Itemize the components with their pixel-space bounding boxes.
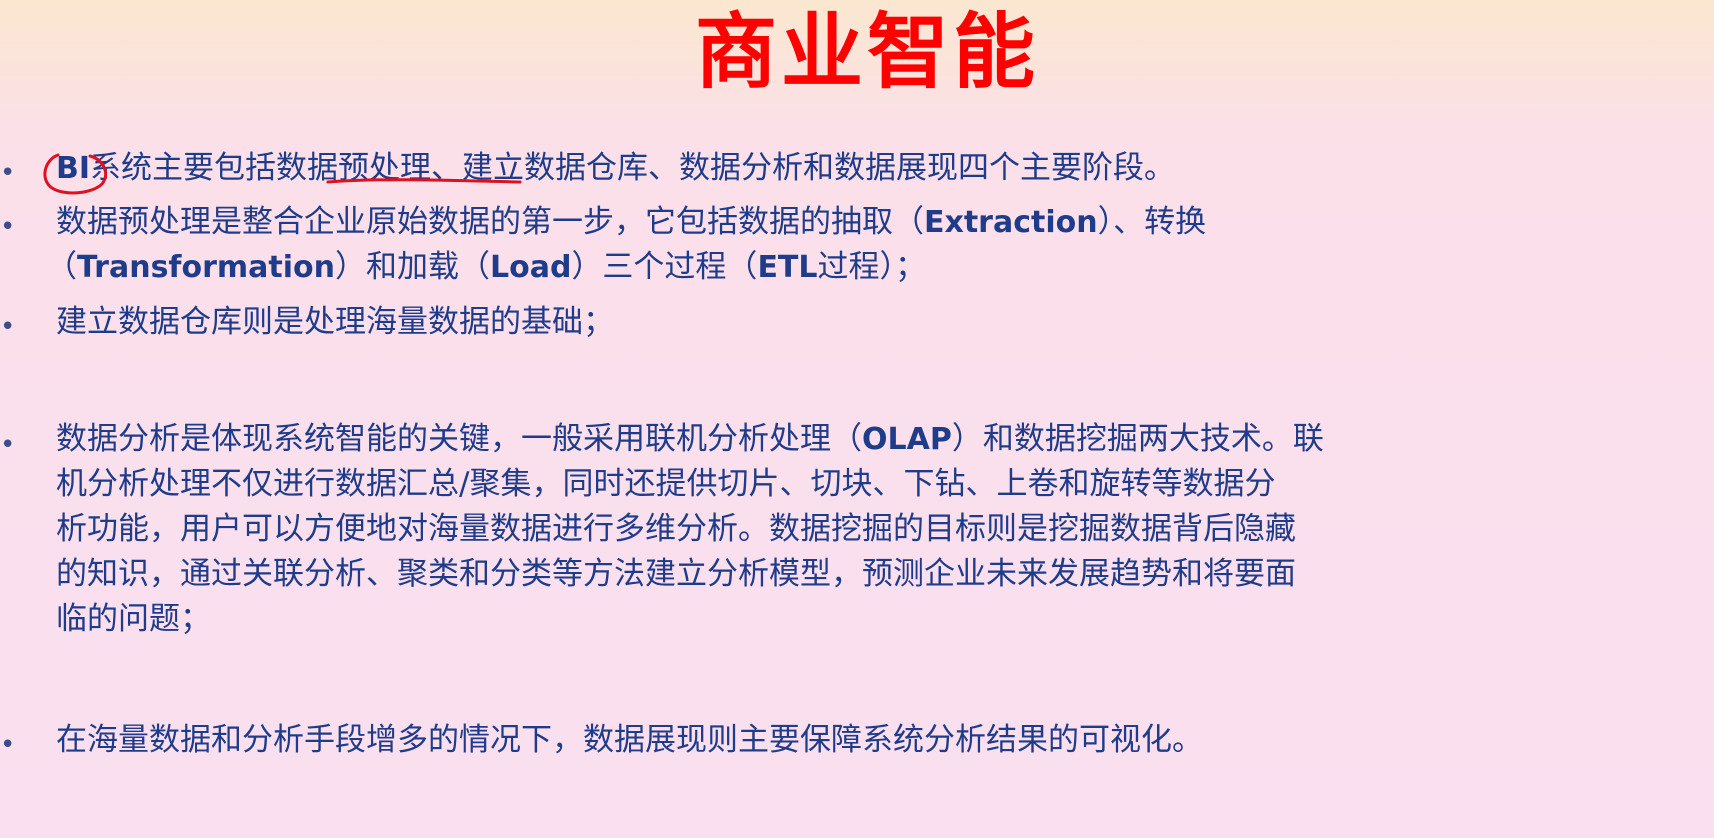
paragraph-4-line-3: 析功能，用户可以方便地对海量数据进行多维分析。数据挖掘的目标则是挖掘数据背后隐藏 <box>56 507 1656 552</box>
latin-term: ETL <box>757 250 818 285</box>
paragraph-4-line-4: 的知识，通过关联分析、聚类和分类等方法建立分析模型，预测企业未来发展趋势和将要面 <box>56 552 1656 597</box>
paragraph-4-line-5: 临的问题； <box>56 597 1656 642</box>
text-run: ）、转换 <box>1097 204 1207 240</box>
text-run: 机分析处理不仅进行数据汇总/聚集，同时还提供切片、切块、下钻、上卷和旋转等数据分 <box>56 466 1276 502</box>
paragraph-1-line-1: BI系统主要包括数据预处理、建立数据仓库、数据分析和数据展现四个主要阶段。 <box>56 150 1176 186</box>
latin-term: Load <box>489 250 572 285</box>
text-run: 析功能，用户可以方便地对海量数据进行多维分析。数据挖掘的目标则是挖掘数据背后隐藏 <box>56 511 1296 547</box>
bullet-marker: • <box>0 312 16 342</box>
text-run: 数据预处理是整合企业原始数据的第一步，它包括数据的抽取（ <box>56 204 924 240</box>
paragraph-5: 在海量数据和分析手段增多的情况下，数据展现则主要保障系统分析结果的可视化。 <box>56 718 1656 763</box>
paragraph-4: 数据分析是体现系统智能的关键，一般采用联机分析处理（OLAP）和数据挖掘两大技术… <box>56 417 1656 642</box>
bi-term: BI <box>56 151 91 186</box>
text-run: ）和加载（ <box>334 249 490 285</box>
text-run: 数据分析是体现系统智能的关键，一般采用联机分析处理（ <box>56 421 862 457</box>
paragraph-4-line-1: 数据分析是体现系统智能的关键，一般采用联机分析处理（OLAP）和数据挖掘两大技术… <box>56 417 1656 462</box>
text-run: （ <box>46 249 77 285</box>
paragraph-5-line-1: 在海量数据和分析手段增多的情况下，数据展现则主要保障系统分析结果的可视化。 <box>56 718 1656 763</box>
slide-title: 商业智能 <box>694 4 1039 100</box>
paragraph-3: 建立数据仓库则是处理海量数据的基础； <box>56 300 1656 345</box>
text-run: 过程）； <box>817 249 927 285</box>
latin-term: OLAP <box>862 422 952 457</box>
bullet-marker: • <box>0 430 16 460</box>
paragraph-3-line-1: 建立数据仓库则是处理海量数据的基础； <box>56 300 1656 345</box>
slide: 商业智能 • BI系统主要包括数据预处理、建立数据仓库、数据分析和数据展现四个主… <box>0 0 1714 838</box>
paragraph-2: 数据预处理是整合企业原始数据的第一步，它包括数据的抽取（Extraction）、… <box>46 200 1656 290</box>
text-run: 在海量数据和分析手段增多的情况下，数据展现则主要保障系统分析结果的可视化。 <box>56 722 1203 758</box>
bullet-marker: • <box>0 730 16 760</box>
paragraph-4-line-2: 机分析处理不仅进行数据汇总/聚集，同时还提供切片、切块、下钻、上卷和旋转等数据分 <box>56 462 1656 507</box>
text-run: ）三个过程（ <box>571 249 758 285</box>
paragraph-2-line-2: （Transformation）和加载（Load）三个过程（ETL过程）； <box>46 245 1656 290</box>
bullet-marker: • <box>0 212 16 242</box>
paragraph-1: BI系统主要包括数据预处理、建立数据仓库、数据分析和数据展现四个主要阶段。 <box>56 146 1656 191</box>
bullet-marker: • <box>0 158 16 188</box>
underlined-term: 数据预处理 <box>276 150 432 186</box>
paragraph-2-line-1: 数据预处理是整合企业原始数据的第一步，它包括数据的抽取（Extraction）、… <box>56 200 1656 245</box>
text-run: 建立数据仓库则是处理海量数据的基础； <box>56 304 614 340</box>
text-run: 的知识，通过关联分析、聚类和分类等方法建立分析模型，预测企业未来发展趋势和将要面 <box>56 556 1296 592</box>
text-run: ）和数据挖掘两大技术。联 <box>951 421 1324 457</box>
text-run: 临的问题； <box>56 601 211 637</box>
latin-term: Extraction <box>924 205 1098 240</box>
latin-term: Transformation <box>77 250 335 285</box>
